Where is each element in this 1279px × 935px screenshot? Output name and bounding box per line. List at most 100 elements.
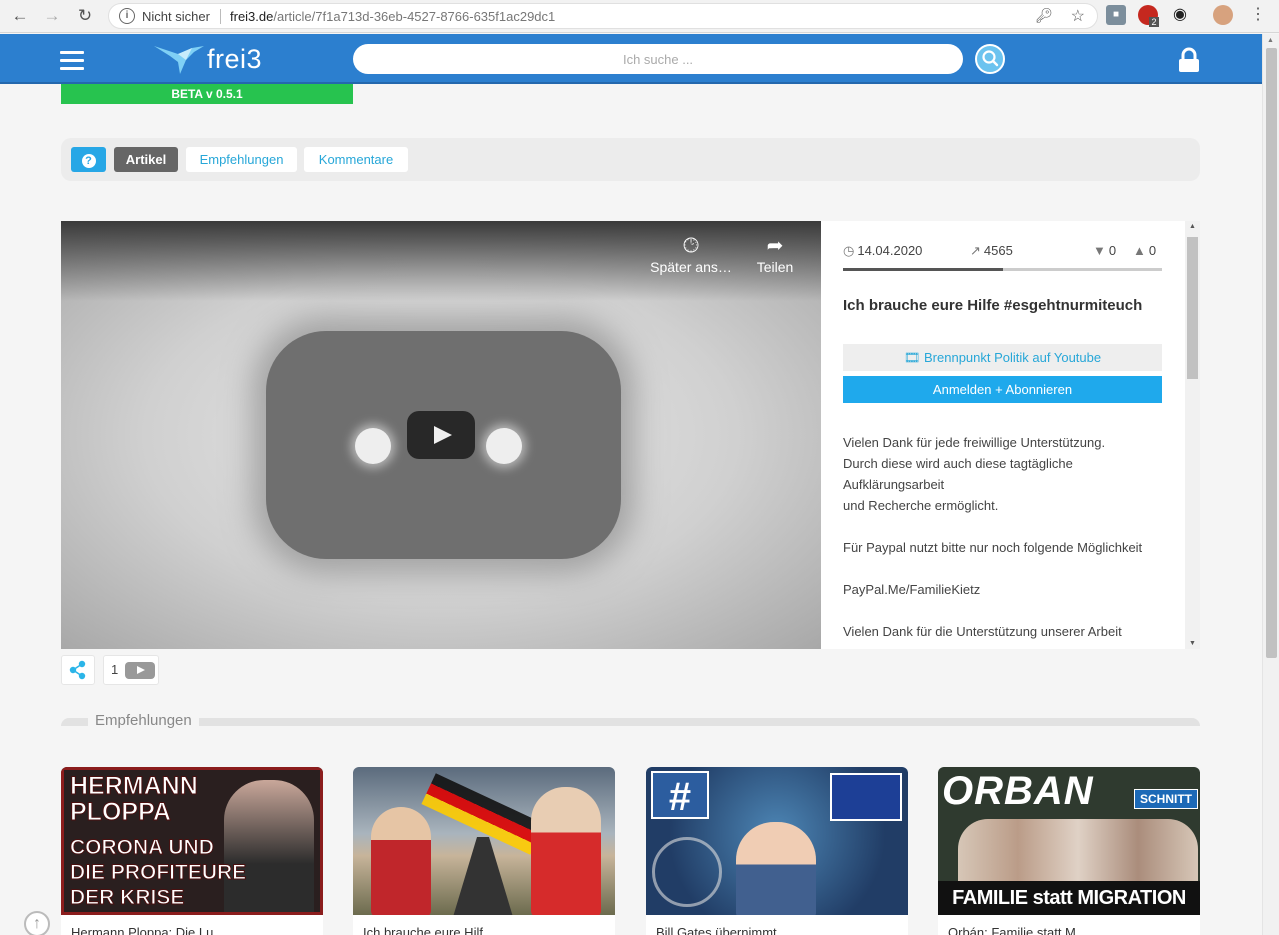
video-frame-dot (486, 428, 522, 464)
search-input[interactable] (353, 44, 963, 74)
url-text[interactable]: frei3.de/article/7f1a713d-36eb-4527-8766… (230, 9, 555, 24)
subscribe-button[interactable]: Anmelden + Abonnieren (843, 376, 1162, 403)
scrollbar-thumb[interactable] (1266, 48, 1277, 658)
panel-scrollbar[interactable]: ▲ ▼ (1185, 221, 1200, 649)
thumbnail-people (958, 819, 1198, 883)
hamburger-menu-icon[interactable] (60, 51, 84, 71)
question-icon: ? (81, 154, 96, 168)
article-info-panel: ◷ 14.04.2020 ↗ 4565 ▼ 0 ▲ 0 Ich brauche eure… (821, 221, 1185, 649)
help-button[interactable]: ? (71, 147, 106, 172)
recommendation-card[interactable]: HERMANN PLOPPA CORONA UND DIE PROFITEURE… (61, 767, 323, 935)
thumbnail-road (453, 837, 513, 915)
recommendation-card[interactable]: # Bill Gates übernimmt... (646, 767, 908, 935)
article-meta: ◷ 14.04.2020 ↗ 4565 ▼ 0 ▲ 0 (843, 243, 1162, 263)
video-count: 1 (111, 662, 119, 677)
thumb-title: ORBAN (942, 769, 1094, 813)
forward-arrow-icon[interactable]: → (41, 5, 63, 27)
card-thumbnail[interactable]: # (646, 767, 908, 915)
article-title: Ich brauche eure Hilfe #esgehtnurmiteuch (843, 297, 1143, 314)
search-button[interactable] (975, 44, 1005, 74)
card-thumbnail[interactable]: HERMANN PLOPPA CORONA UND DIE PROFITEURE… (61, 767, 323, 915)
video-player[interactable]: 🕑︎ Später ans… ➦ Teilen (61, 221, 821, 649)
scroll-down-arrow-icon[interactable]: ▼ (1189, 640, 1196, 647)
panel-scrollbar-thumb[interactable] (1187, 237, 1198, 379)
thumb-text: CORONA UND (70, 836, 215, 860)
site-logo[interactable]: frei3 (152, 40, 274, 78)
clock-icon: ◷ (843, 243, 855, 258)
article-description: Vielen Dank für jede freiwillige Unterst… (843, 435, 1143, 639)
thumb-text: DIE PROFITEURE (69, 861, 247, 885)
back-arrow-icon[interactable]: ← (9, 5, 31, 27)
card-caption[interactable]: Bill Gates übernimmt... (656, 925, 788, 935)
section-divider (61, 718, 1200, 726)
thumb-text: DER KRISE (69, 886, 185, 910)
tab-empfehlungen[interactable]: Empfehlungen (186, 147, 297, 172)
card-thumbnail[interactable]: ORBAN SCHNITT FAMILIE statt MIGRATION (938, 767, 1200, 915)
adblock-extension-icon[interactable]: 2 (1138, 5, 1159, 27)
profile-avatar[interactable] (1213, 5, 1233, 25)
thumbnail-inset-image (830, 773, 902, 821)
article-tab-bar: ? Artikel Empfehlungen Kommentare (61, 138, 1200, 181)
search-icon (982, 50, 999, 67)
scroll-to-top-button[interactable]: ↑ (24, 911, 50, 935)
play-button[interactable] (407, 411, 475, 459)
thumbs-up-icon: ▲ (1133, 243, 1146, 258)
thumbnail-person (736, 822, 816, 915)
scroll-up-arrow-icon[interactable]: ▲ (1267, 37, 1274, 44)
share-button[interactable] (61, 655, 95, 685)
bookmark-star-icon[interactable]: ☆ (1071, 6, 1085, 26)
hummingbird-icon (154, 46, 204, 74)
channel-link-button[interactable]: 🎞︎ Brennpunkt Politik auf Youtube (843, 344, 1162, 371)
thumbs-down-icon: ▼ (1093, 243, 1106, 258)
browser-toolbar: ← → ↻ i Nicht sicher frei3.de/article/7f… (0, 0, 1279, 33)
share-video-button[interactable]: ➦ Teilen (751, 233, 799, 275)
reload-icon[interactable]: ↻ (74, 5, 96, 27)
card-thumbnail[interactable] (353, 767, 615, 915)
card-caption[interactable]: Ich brauche eure Hilf... (363, 925, 494, 935)
share-label: Teilen (756, 259, 794, 275)
extension-badge: 2 (1149, 17, 1159, 27)
film-icon: 🎞︎ (903, 350, 921, 365)
card-caption[interactable]: Orbán: Familie statt M... (948, 925, 1087, 935)
article-date: ◷ 14.04.2020 (843, 243, 923, 258)
tab-artikel[interactable]: Artikel (114, 147, 178, 172)
article-views: ↗ 4565 (970, 243, 1013, 258)
recommendation-card[interactable]: Ich brauche eure Hilf... (353, 767, 615, 935)
mask-extension-icon[interactable]: ◉ (1170, 5, 1190, 25)
security-label: Nicht sicher (142, 9, 210, 24)
video-count-button[interactable]: 1 (103, 655, 159, 685)
watch-later-button[interactable]: 🕑︎ Später ans… (649, 233, 733, 275)
page-scrollbar[interactable]: ▲ (1262, 34, 1279, 935)
thumb-text: PLOPPA (70, 798, 172, 826)
card-caption[interactable]: Hermann Ploppa: Die Lu... (71, 925, 224, 935)
beta-version-badge: BETA v 0.5.1 (61, 84, 353, 104)
key-icon[interactable]: 🔑︎ (1035, 7, 1053, 24)
youtube-icon (125, 662, 155, 679)
thumb-footer: FAMILIE statt MIGRATION (938, 881, 1200, 915)
trend-chart-icon: ↗ (970, 243, 981, 258)
address-bar[interactable]: i Nicht sicher frei3.de/article/7f1a713d… (108, 3, 1098, 29)
thumb-badge: SCHNITT (1134, 789, 1198, 809)
info-icon[interactable]: i (119, 8, 135, 24)
like-button[interactable]: ▲ 0 (1133, 243, 1156, 258)
video-frame-dot (355, 428, 391, 464)
thumbnail-person (371, 807, 431, 915)
share-arrow-icon: ➦ (766, 235, 784, 257)
recommendation-card[interactable]: ORBAN SCHNITT FAMILIE statt MIGRATION Or… (938, 767, 1200, 935)
thumbnail-emblem (652, 837, 722, 907)
clock-icon: 🕑︎ (683, 235, 699, 257)
scroll-up-arrow-icon[interactable]: ▲ (1189, 223, 1196, 230)
extension-image-icon[interactable]: ■ (1106, 5, 1126, 25)
share-icon (69, 660, 86, 680)
thumb-text: HERMANN (70, 772, 199, 800)
watch-later-label: Später ans… (650, 259, 732, 275)
site-header: frei3 (0, 34, 1262, 84)
logo-text: frei3 (207, 44, 263, 74)
login-lock-icon[interactable] (1176, 47, 1202, 73)
dislike-button[interactable]: ▼ 0 (1093, 243, 1116, 258)
thumbnail-person (224, 780, 314, 912)
hashtag-icon: # (651, 771, 709, 819)
divider (220, 9, 221, 24)
menu-dots-icon[interactable]: ⋮ (1248, 5, 1268, 25)
tab-kommentare[interactable]: Kommentare (304, 147, 408, 172)
